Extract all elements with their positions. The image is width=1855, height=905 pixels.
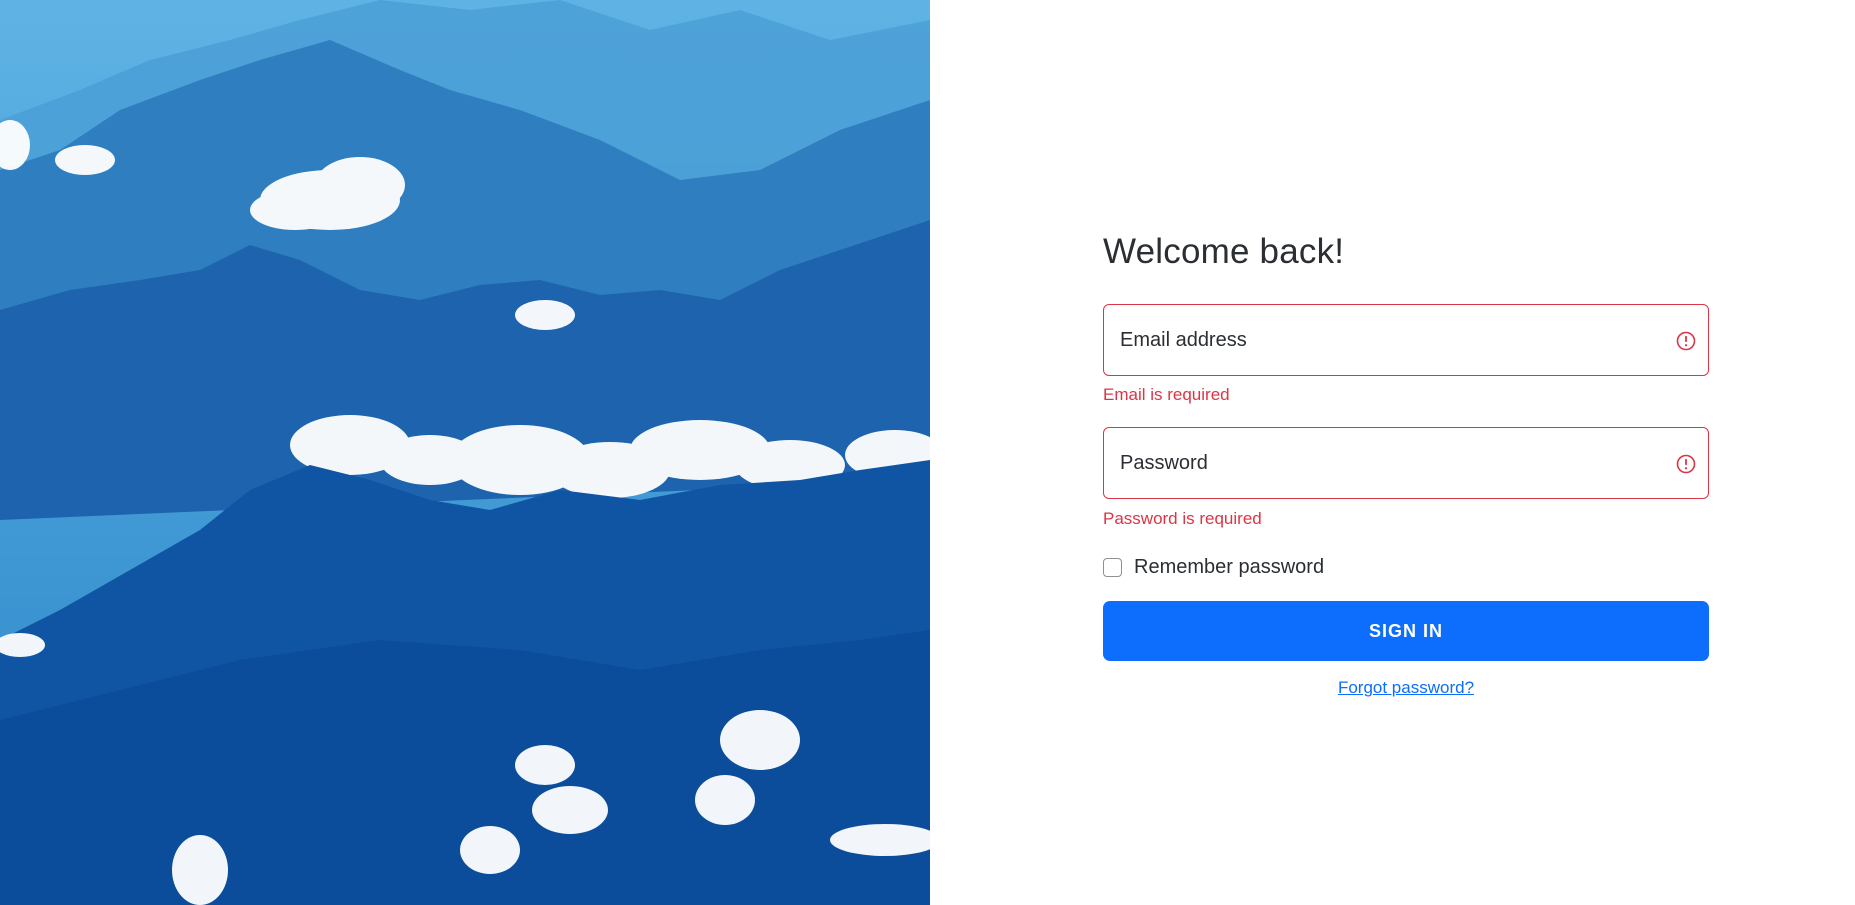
password-error-message: Password is required bbox=[1103, 509, 1262, 528]
mountain-landscape-illustration bbox=[0, 0, 930, 905]
sign-in-button[interactable]: SIGN IN bbox=[1103, 601, 1709, 661]
forgot-password-link[interactable]: Forgot password? bbox=[1338, 678, 1474, 697]
forgot-password-container: Forgot password? bbox=[1103, 678, 1709, 698]
page-title: Welcome back! bbox=[1103, 232, 1345, 271]
email-field-container bbox=[1103, 304, 1709, 376]
exclamation-circle-icon bbox=[1676, 454, 1696, 474]
password-input[interactable] bbox=[1104, 428, 1708, 498]
password-field-container bbox=[1103, 427, 1709, 499]
exclamation-circle-icon bbox=[1676, 331, 1696, 351]
hero-mountain-image bbox=[0, 0, 930, 905]
remember-password-row: Remember password bbox=[1103, 556, 1324, 578]
email-input[interactable] bbox=[1104, 305, 1708, 375]
remember-password-checkbox[interactable] bbox=[1103, 557, 1122, 577]
email-error-message: Email is required bbox=[1103, 385, 1230, 404]
remember-password-label[interactable]: Remember password bbox=[1134, 556, 1324, 579]
